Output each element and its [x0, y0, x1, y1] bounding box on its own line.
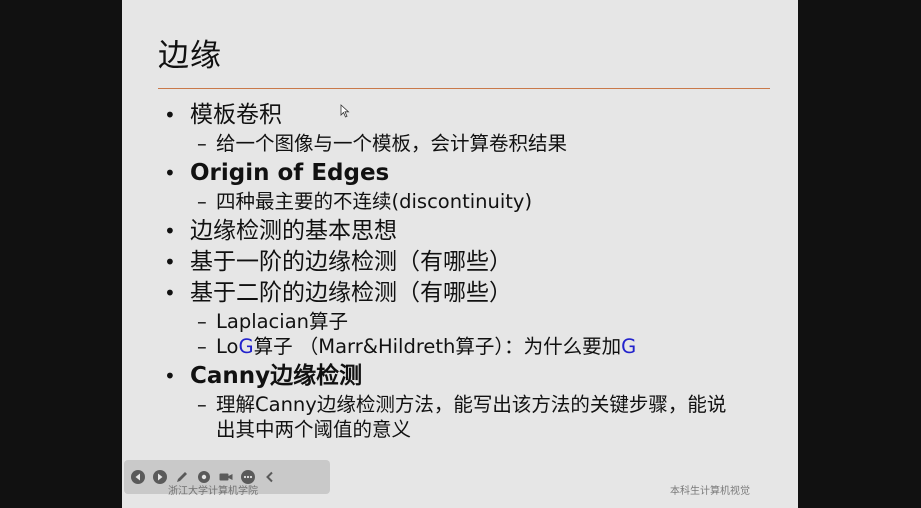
slide-title: 边缘 [158, 38, 222, 74]
sub-bullet-item: – 给一个图像与一个模板，会计算卷积结果 [160, 131, 770, 156]
sub-bullet-text: 四种最主要的不连续(discontinuity) [216, 190, 533, 213]
presentation-toolbar [124, 460, 330, 494]
bullet-text: 模板卷积 [190, 102, 282, 128]
bullet-text: 边缘检测的基本思想 [190, 218, 397, 244]
bullet-item: • 基于二阶的边缘检测（有哪些） [160, 278, 770, 309]
bullet-text: 基于二阶的边缘检测（有哪些） [190, 280, 512, 306]
bullet-icon: • [164, 281, 176, 305]
sub-bullet-text: 给一个图像与一个模板，会计算卷积结果 [216, 132, 568, 155]
footer-course: 本科生计算机视觉 [670, 486, 750, 497]
letterbox-left [0, 0, 122, 508]
bullet-text: Origin of Edges [190, 160, 390, 186]
slide-content: • 模板卷积 – 给一个图像与一个模板，会计算卷积结果 • Origin of … [160, 100, 770, 442]
dash-icon: – [197, 310, 207, 333]
bullet-icon: • [164, 250, 176, 274]
pen-icon[interactable] [174, 469, 190, 485]
bullet-icon: • [164, 161, 176, 185]
highlight-g: G [621, 335, 637, 358]
title-divider [158, 88, 770, 89]
bullet-text-bold: Canny [190, 363, 271, 389]
bullet-icon: • [164, 219, 176, 243]
log-prefix: Lo [216, 335, 239, 358]
bullet-text-rest: 边缘检测 [270, 363, 363, 389]
bullet-item: • 模板卷积 [160, 100, 770, 131]
sub-bullet-item: – 四种最主要的不连续(discontinuity) [160, 189, 770, 214]
camera-icon[interactable] [218, 469, 234, 485]
mouse-cursor-icon [340, 103, 350, 122]
sub-bullet-item: – LoG算子 （Marr&Hildreth算子）：为什么要加G [160, 334, 770, 359]
sub-bullet-item: – 理解Canny边缘检测方法，能写出该方法的关键步骤，能说出其中两个阈值的意义 [160, 392, 770, 442]
sub-bullet-text: Laplacian算子 [216, 310, 349, 333]
dash-icon: – [197, 335, 207, 358]
bullet-icon: • [164, 364, 176, 388]
bullet-item: • 边缘检测的基本思想 [160, 216, 770, 247]
sub-bullet-text: LoG算子 （Marr&Hildreth算子）：为什么要加G [216, 335, 636, 358]
dash-icon: – [197, 132, 207, 155]
bullet-item: • Canny边缘检测 [160, 361, 770, 392]
highlight-g: G [238, 335, 254, 358]
presentation-slide: 边缘 • 模板卷积 – 给一个图像与一个模板，会计算卷积结果 • Origin … [122, 0, 798, 508]
more-icon[interactable] [240, 469, 256, 485]
letterbox-right [798, 0, 921, 508]
dash-icon: – [197, 190, 207, 213]
sub-bullet-text: 理解Canny边缘检测方法，能写出该方法的关键步骤，能说出其中两个阈值的意义 [216, 393, 727, 441]
collapse-icon[interactable] [262, 469, 278, 485]
bullet-text: Canny边缘检测 [190, 363, 362, 389]
settings-icon[interactable] [196, 469, 212, 485]
dash-icon: – [197, 393, 207, 416]
bullet-text: 基于一阶的边缘检测（有哪些） [190, 249, 512, 275]
next-icon[interactable] [152, 469, 168, 485]
bullet-item: • 基于一阶的边缘检测（有哪些） [160, 247, 770, 278]
prev-icon[interactable] [130, 469, 146, 485]
bullet-item: • Origin of Edges [160, 158, 770, 189]
bullet-icon: • [164, 103, 176, 127]
log-description: 算子 （Marr&Hildreth算子）：为什么要加 [253, 335, 622, 358]
sub-bullet-item: – Laplacian算子 [160, 309, 770, 334]
